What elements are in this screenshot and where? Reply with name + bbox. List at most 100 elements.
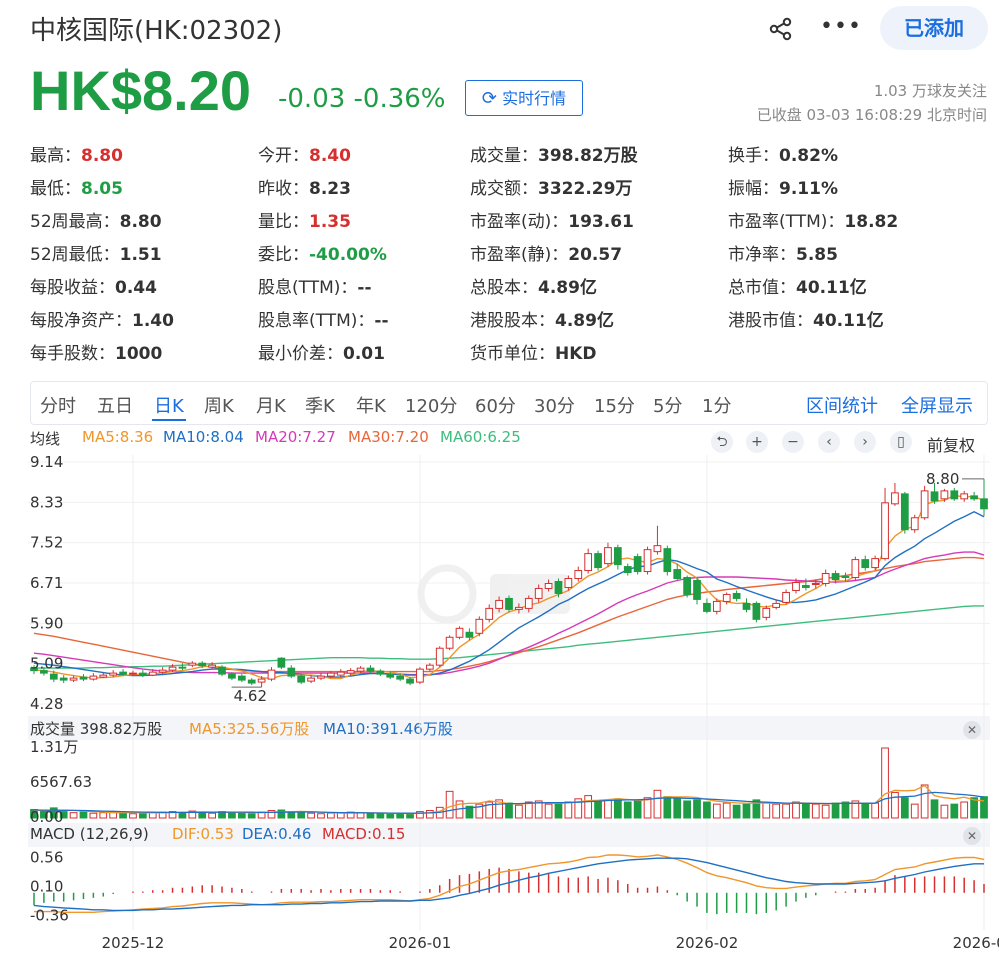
candle-down	[683, 577, 691, 595]
candle-up	[920, 490, 929, 519]
candle-up	[495, 599, 503, 609]
volume-bar	[861, 803, 870, 819]
volume-bar	[762, 802, 771, 819]
volume-bar	[386, 813, 395, 819]
volume-bar	[831, 802, 840, 819]
volume-bar	[683, 800, 691, 819]
candle-down	[673, 569, 682, 580]
candle-up	[821, 573, 830, 584]
volume-bar	[930, 799, 939, 819]
volume-bar	[69, 812, 78, 819]
volume-bar	[920, 784, 929, 819]
volume-bar	[871, 802, 880, 819]
volume-bar	[198, 811, 207, 819]
volume-bar	[89, 812, 98, 819]
candle-down	[287, 667, 296, 677]
candle-down	[49, 673, 58, 680]
candle-up	[851, 559, 860, 579]
date-tick-label: 2026-01	[389, 934, 452, 952]
candle-up	[435, 647, 444, 666]
candle-up	[643, 549, 652, 573]
volume-bar	[802, 802, 810, 819]
candle-up	[960, 493, 969, 500]
volume-bar	[208, 812, 216, 819]
candle-up	[445, 636, 454, 649]
volume-bar	[841, 801, 850, 819]
volume-bar	[327, 812, 335, 819]
candle-down	[732, 592, 741, 599]
volume-bar	[891, 791, 899, 819]
candle-up	[148, 671, 157, 676]
candle-up	[792, 582, 800, 591]
candle-up	[336, 671, 345, 676]
volume-bar	[910, 803, 919, 819]
price-tick-label: 6.71	[30, 574, 63, 592]
candle-down	[119, 671, 127, 675]
kline-chart[interactable]: 8.80 4.62 9.14 8.33 7.52 6.71 5.90 5.09 4.28 1.31…	[0, 0, 999, 966]
price-tick-label: 4.28	[30, 695, 63, 713]
candle-up	[425, 664, 434, 670]
macd-tick-label: 0.10	[30, 877, 63, 895]
candle-up	[356, 667, 365, 672]
price-tick-label: 7.52	[30, 534, 63, 552]
candle-up	[188, 662, 197, 666]
low-annotation: 4.62	[234, 687, 267, 705]
candle-down	[59, 677, 68, 681]
volume-bar	[564, 801, 573, 819]
candle-down	[703, 602, 711, 612]
volume-bar	[445, 790, 454, 819]
ma-line-ma60	[34, 605, 984, 669]
volume-tick-label: 6567.63	[30, 773, 92, 791]
volume-bar	[940, 804, 949, 819]
volume-bar	[366, 812, 375, 819]
macd-tick-label: -0.36	[30, 906, 69, 924]
candle-up	[208, 664, 216, 668]
candle-up	[475, 618, 484, 634]
candle-up	[574, 570, 583, 580]
candle-down	[831, 573, 840, 581]
candle-down	[841, 576, 850, 579]
volume-bar	[129, 813, 137, 819]
candle-up	[534, 587, 543, 599]
candle-up	[317, 675, 325, 679]
volume-bar	[900, 797, 909, 819]
candle-down	[406, 678, 414, 684]
candle-down	[980, 498, 988, 510]
candle-down	[228, 673, 236, 679]
candle-up	[99, 674, 108, 678]
candle-down	[297, 675, 306, 683]
volume-bar	[79, 811, 88, 819]
candle-up	[158, 669, 167, 673]
candle-up	[455, 627, 464, 638]
candle-down	[237, 675, 246, 681]
candle-up	[267, 669, 276, 680]
volume-bar	[228, 812, 236, 819]
price-tick-label: 5.09	[30, 655, 63, 673]
volume-bar	[950, 803, 959, 819]
price-tick-label: 8.33	[30, 493, 63, 511]
candle-up	[772, 602, 781, 608]
volume-bar	[643, 797, 652, 819]
candle-up	[515, 606, 523, 610]
volume-bar	[663, 796, 672, 819]
candle-down	[198, 662, 207, 667]
volume-bar	[693, 799, 701, 819]
candle-down	[218, 666, 226, 675]
volume-bar	[792, 801, 800, 819]
candle-up	[346, 670, 355, 674]
high-annotation: 8.80	[926, 470, 959, 488]
volume-bar	[594, 800, 602, 819]
candle-down	[386, 673, 395, 678]
date-tick-label: 2026-03	[953, 934, 999, 952]
candle-up	[604, 547, 612, 565]
candle-up	[762, 607, 771, 618]
candle-up	[811, 582, 820, 585]
candle-down	[970, 495, 978, 500]
candle-down	[742, 602, 751, 610]
volume-bar	[613, 798, 622, 819]
volume-bar	[712, 803, 721, 819]
volume-bar	[554, 802, 563, 819]
volume-bar	[138, 812, 147, 819]
candle-down	[930, 491, 939, 502]
candle-up	[722, 593, 731, 602]
